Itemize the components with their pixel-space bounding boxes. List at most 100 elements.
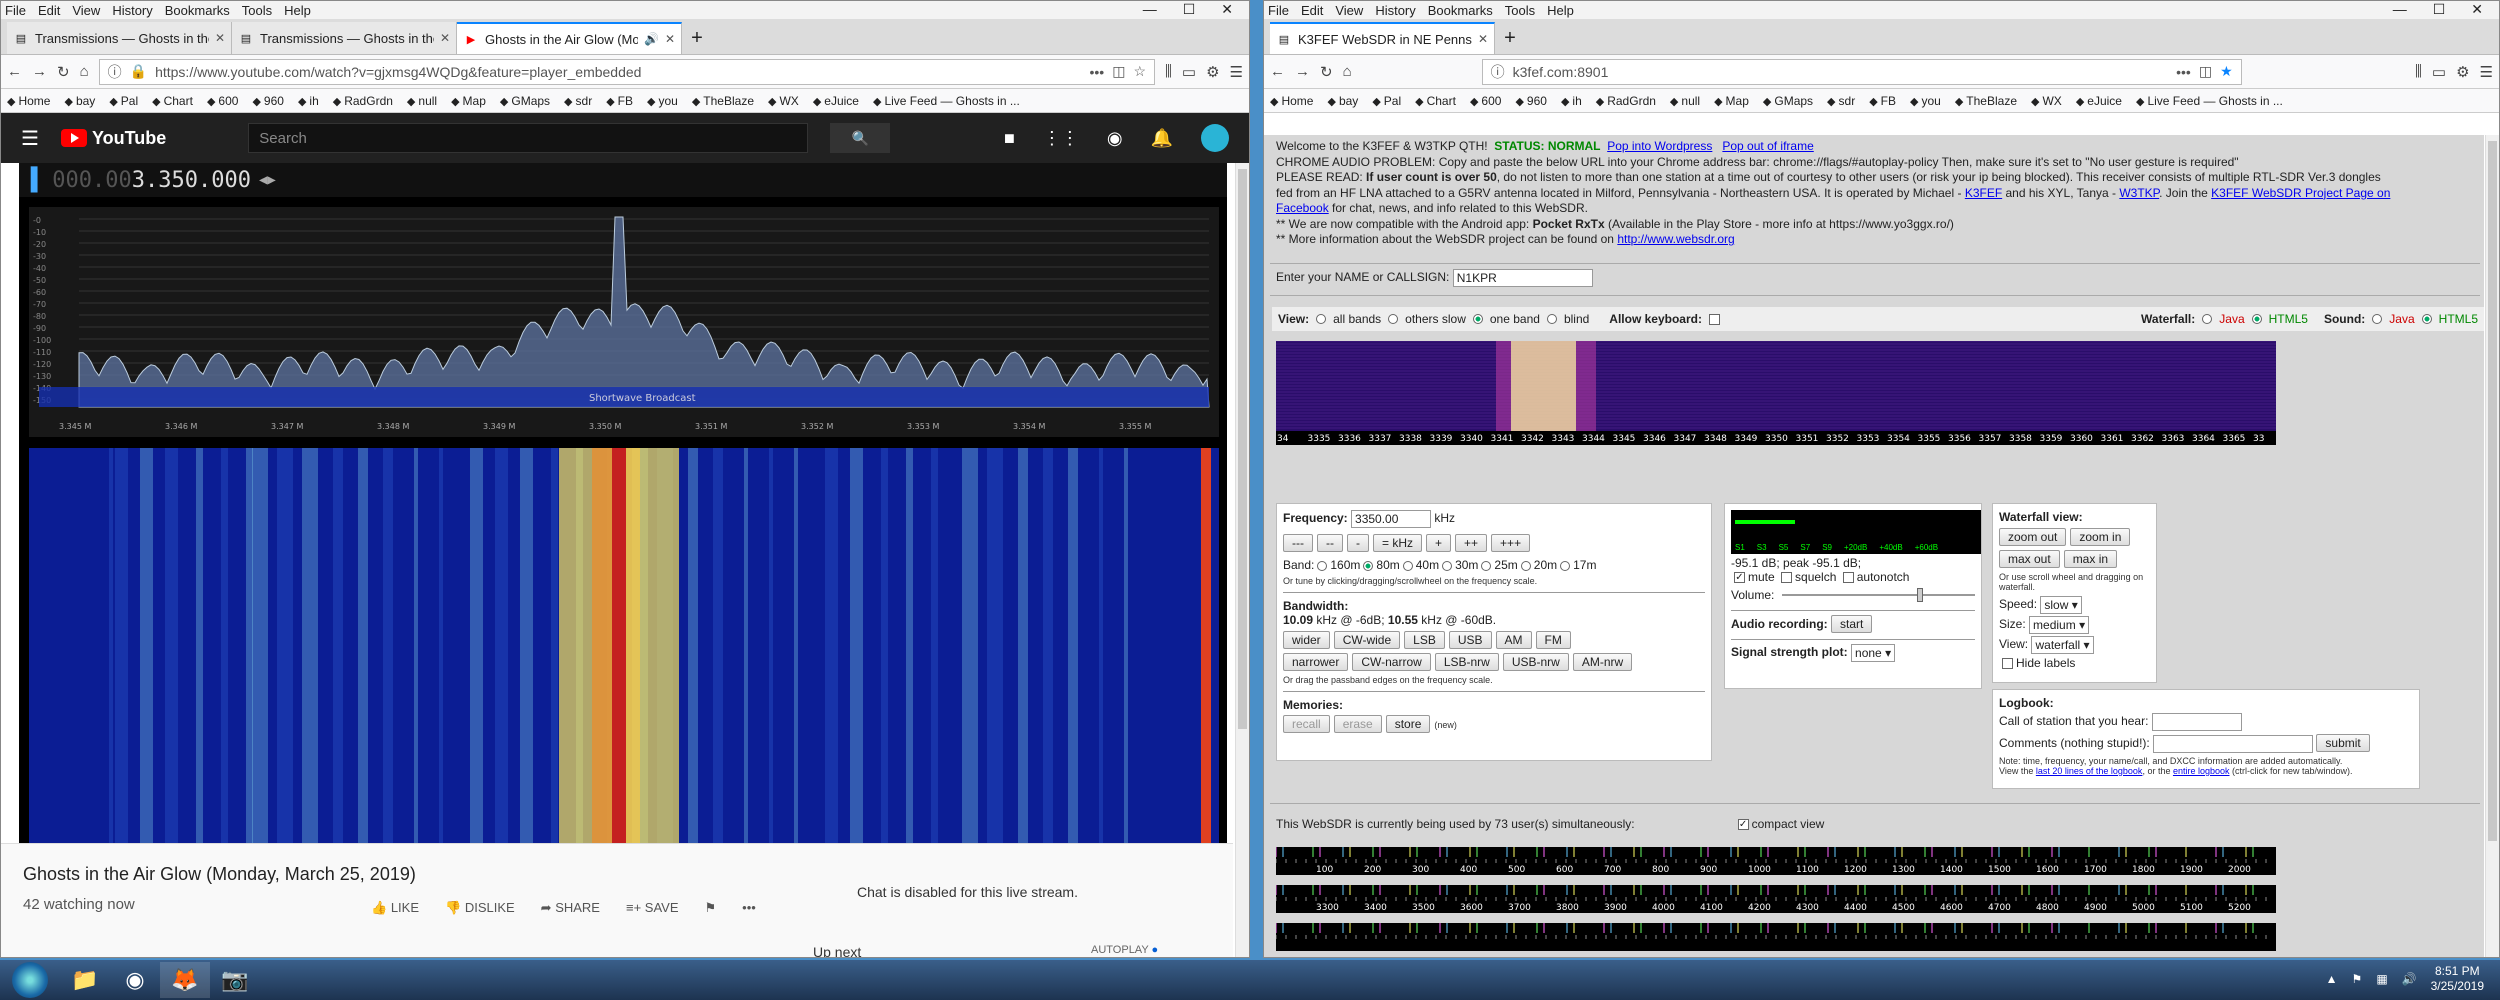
bookmark-item[interactable]: ◆ eJuice: [813, 94, 859, 108]
speaker-icon[interactable]: 🔊: [644, 32, 659, 46]
bookmark-item[interactable]: ◆ GMaps: [1763, 94, 1813, 108]
bookmark-item[interactable]: ◆ ih: [298, 94, 319, 108]
mode-button-usb-nrw[interactable]: USB-nrw: [1502, 653, 1569, 671]
firefox-icon[interactable]: 🦊: [160, 962, 210, 998]
info-icon[interactable]: ⓘ: [108, 62, 122, 82]
autonotch-checkbox[interactable]: [1842, 572, 1854, 584]
video-player[interactable]: ▌ 000.00 3.350.000 ◀▶ -0 -10 -20 -30 -40 -50 -60…: [19, 163, 1227, 843]
page-scrollbar[interactable]: [2485, 135, 2499, 957]
bookmark-item[interactable]: ◆ 960: [1515, 94, 1547, 108]
view-others-slow-radio[interactable]: [1388, 314, 1399, 324]
volume-slider-handle[interactable]: [1917, 588, 1924, 602]
max-out-button[interactable]: max out: [1999, 550, 2060, 568]
view-all-bands-radio[interactable]: [1316, 314, 1327, 324]
new-tab-button[interactable]: +: [682, 22, 712, 54]
avatar[interactable]: [1201, 124, 1229, 152]
bookmark-item[interactable]: ◆ Map: [1714, 94, 1749, 108]
callsign-input[interactable]: N1KPR: [1452, 269, 1593, 287]
url-bar[interactable]: ⓘ 🔒 https://www.youtube.com/watch?v=gjxmsg…: [98, 58, 1155, 85]
mode-button-wider[interactable]: wider: [1283, 631, 1330, 649]
menu-help[interactable]: Help: [1547, 3, 1574, 18]
more-actions-icon[interactable]: •••: [742, 900, 756, 916]
network-icon[interactable]: ▦: [2376, 972, 2387, 986]
menu-view[interactable]: View: [72, 3, 100, 18]
messages-icon[interactable]: ◉: [1107, 128, 1123, 149]
menu-file[interactable]: File: [5, 3, 26, 18]
bookmark-item[interactable]: ◆ sdr: [564, 94, 592, 108]
store-button[interactable]: store: [1385, 715, 1431, 733]
maximize-icon[interactable]: ☐: [2433, 1, 2446, 18]
hamburger-menu-icon[interactable]: ☰: [2480, 63, 2493, 81]
start-button[interactable]: [12, 962, 48, 998]
sidebar-icon[interactable]: ▭: [1182, 63, 1196, 81]
band-radio-30m[interactable]: [1442, 560, 1453, 571]
band-scale-2[interactable]: 3300 3400 3500 3600 3700 3800 3900 4000 4100 4200…: [1276, 885, 2276, 913]
url-bar[interactable]: ⓘ k3fef.com:8901 ••• ◫ ★: [1481, 58, 2242, 85]
menu-tools[interactable]: Tools: [242, 3, 272, 18]
frequency-step-button[interactable]: = kHz: [1373, 534, 1423, 552]
menu-history[interactable]: History: [1375, 3, 1415, 18]
menu-bookmarks[interactable]: Bookmarks: [165, 3, 230, 18]
menu-bookmarks[interactable]: Bookmarks: [1428, 3, 1493, 18]
bookmark-item[interactable]: ◆ RadGrdn: [1596, 94, 1656, 108]
bookmark-item[interactable]: ◆ Home: [7, 94, 50, 108]
bookmark-item[interactable]: ◆ Pal: [1372, 94, 1401, 108]
erase-button[interactable]: erase: [1333, 715, 1382, 733]
extension-icon[interactable]: ⚙: [2456, 63, 2469, 81]
more-icon[interactable]: •••: [1089, 64, 1104, 80]
band-radio-17m[interactable]: [1560, 560, 1571, 571]
search-button[interactable]: 🔍: [830, 123, 891, 153]
frequency-step-button[interactable]: +++: [1491, 534, 1531, 552]
pop-out-iframe-link[interactable]: Pop out of iframe: [1722, 139, 1813, 153]
mode-button-cw-narrow[interactable]: CW-narrow: [1352, 653, 1431, 671]
call-input[interactable]: [2151, 713, 2242, 731]
tab-close-icon[interactable]: ✕: [665, 32, 675, 46]
mode-button-cw-wide[interactable]: CW-wide: [1333, 631, 1401, 649]
band-radio-25m[interactable]: [1481, 560, 1492, 571]
pocket-icon[interactable]: ◫: [1112, 63, 1125, 80]
share-button[interactable]: ➦ SHARE: [541, 900, 600, 916]
bookmark-item[interactable]: ◆ 960: [252, 94, 284, 108]
like-button[interactable]: 👍 LIKE: [371, 900, 419, 916]
bookmark-item[interactable]: ◆ FB: [606, 94, 633, 108]
back-icon[interactable]: ←: [7, 63, 22, 80]
tab-websdr[interactable]: ▤K3FEF WebSDR in NE Pennsylv...✕: [1270, 22, 1495, 54]
bookmark-item[interactable]: ◆ eJuice: [2076, 94, 2122, 108]
entire-logbook-link[interactable]: entire logbook: [2173, 766, 2230, 776]
pop-into-wordpress-link[interactable]: Pop into Wordpress: [1607, 139, 1712, 153]
star-icon[interactable]: ☆: [1133, 63, 1146, 80]
frequency-step-button[interactable]: +: [1426, 534, 1452, 552]
tab-close-icon[interactable]: ✕: [440, 31, 450, 45]
size-select[interactable]: medium ▾: [2029, 616, 2090, 634]
frequency-step-button[interactable]: ---: [1283, 534, 1313, 552]
tab-transmissions-2[interactable]: ▤Transmissions — Ghosts in the Ai...✕: [232, 22, 457, 54]
menu-view[interactable]: View: [1335, 3, 1363, 18]
menu-history[interactable]: History: [112, 3, 152, 18]
view-blind-radio[interactable]: [1546, 314, 1557, 324]
page-scrollbar[interactable]: [1235, 163, 1249, 957]
bookmark-item[interactable]: ◆ sdr: [1827, 94, 1855, 108]
tab-youtube[interactable]: ▶ Ghosts in the Air Glow (Mo... 🔊 ✕: [457, 22, 682, 54]
mode-button-fm[interactable]: FM: [1535, 631, 1571, 649]
bookmark-item[interactable]: ◆ FB: [1869, 94, 1896, 108]
bookmark-item[interactable]: ◆ Live Feed — Ghosts in ...: [873, 94, 1020, 108]
autoplay-toggle[interactable]: AUTOPLAY ●: [1091, 944, 1158, 956]
band-radio-160m[interactable]: [1317, 560, 1328, 571]
sound-html5-radio[interactable]: [2421, 314, 2432, 324]
view-select[interactable]: waterfall ▾: [2031, 636, 2094, 654]
submit-button[interactable]: submit: [2316, 734, 2370, 752]
create-video-icon[interactable]: ■: [1004, 128, 1015, 149]
pocket-icon[interactable]: ◫: [2199, 63, 2212, 80]
close-icon[interactable]: ✕: [1221, 1, 1233, 18]
mode-button-narrower[interactable]: narrower: [1283, 653, 1349, 671]
sound-java-radio[interactable]: [2372, 314, 2383, 324]
bookmark-item[interactable]: ◆ you: [1910, 94, 1941, 108]
websdr-org-link[interactable]: http://www.websdr.org: [1617, 232, 1734, 246]
library-icon[interactable]: ⫼: [1165, 63, 1172, 80]
home-icon[interactable]: ⌂: [1343, 63, 1352, 80]
bookmark-item[interactable]: ◆ ih: [1561, 94, 1582, 108]
allow-keyboard-checkbox[interactable]: [1708, 313, 1720, 325]
zoom-out-button[interactable]: zoom out: [1999, 528, 2067, 546]
w3tkp-link[interactable]: W3TKP: [2119, 186, 2159, 200]
bookmark-item[interactable]: ◆ Chart: [1415, 94, 1456, 108]
